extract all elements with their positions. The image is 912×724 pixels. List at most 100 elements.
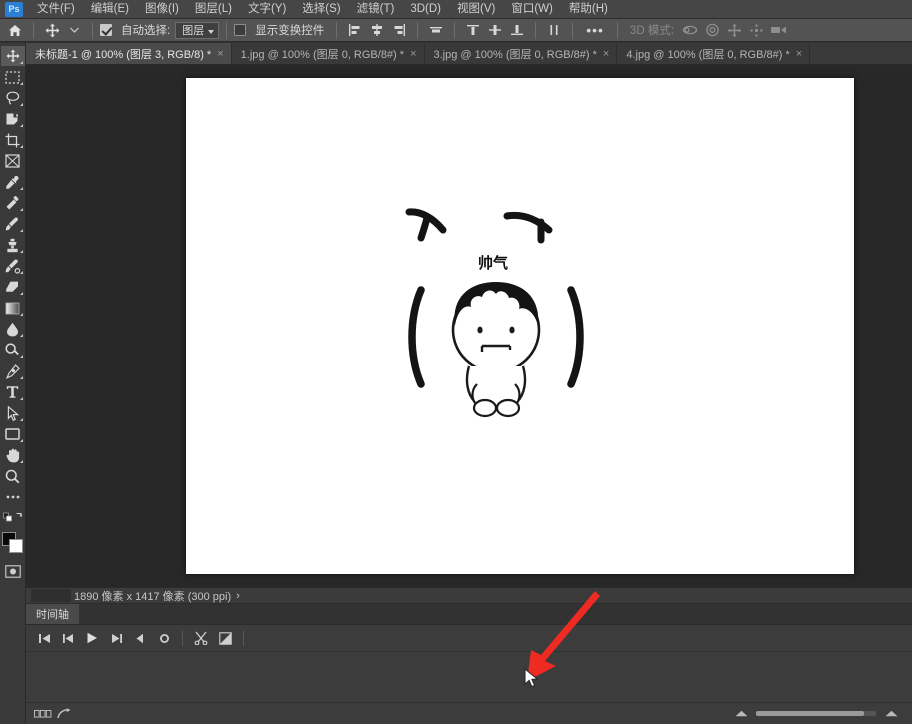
show-transform-controls-checkbox[interactable] (234, 24, 247, 36)
split-clip-button[interactable] (189, 627, 213, 649)
doc-tab-untitled-1[interactable]: 未标题-1 @ 100% (图层 3, RGB/8) * × (26, 43, 232, 64)
eraser-tool[interactable] (1, 277, 25, 297)
doc-tab-3-jpg[interactable]: 3.jpg @ 100% (图层 0, RGB/8#) * × (424, 43, 618, 64)
history-brush-tool[interactable] (1, 256, 25, 276)
divider (336, 21, 338, 39)
zoom-slider-thumb[interactable] (756, 711, 864, 716)
doc-tab-4-jpg[interactable]: 4.jpg @ 100% (图层 0, RGB/8#) * × (617, 43, 811, 64)
photoshop-logo-icon[interactable]: Ps (5, 1, 23, 17)
menu-image[interactable]: 图像(I) (137, 0, 187, 18)
distribute-left-edges-icon[interactable] (543, 21, 565, 40)
gradient-tool[interactable] (1, 298, 25, 318)
align-horizontal-centers-icon[interactable] (366, 21, 388, 40)
convert-to-frames-icon[interactable] (54, 706, 76, 722)
move-tool-icon[interactable] (41, 21, 63, 40)
edit-toolbar-button[interactable] (1, 487, 25, 507)
close-icon[interactable]: × (796, 48, 802, 59)
align-right-edges-icon[interactable] (388, 21, 410, 40)
menu-type[interactable]: 文字(Y) (240, 0, 294, 18)
slide-3d-icon[interactable] (745, 21, 767, 40)
doc-tab-title: 1.jpg @ 100% (图层 0, RGB/8#) * (240, 48, 405, 61)
record-button[interactable] (152, 627, 176, 649)
status-expand-arrow[interactable]: › (236, 590, 240, 602)
doc-tab-title: 4.jpg @ 100% (图层 0, RGB/8#) * (626, 48, 790, 61)
menu-filter[interactable]: 滤镜(T) (349, 0, 403, 18)
distribute-vertical-centers-icon[interactable] (484, 21, 506, 40)
timeline-tab-row: 时间轴 (26, 604, 912, 625)
audio-button[interactable] (128, 627, 152, 649)
background-color-swatch[interactable] (8, 539, 23, 553)
spot-healing-brush-tool[interactable] (1, 193, 25, 213)
zoom-level-field[interactable] (31, 589, 71, 602)
distribute-bottom-edges-icon[interactable] (506, 21, 528, 40)
color-swatches[interactable] (1, 531, 25, 555)
divider (454, 21, 456, 39)
rectangle-tool[interactable] (1, 424, 25, 444)
default-colors-icon[interactable] (1, 508, 25, 528)
close-icon[interactable]: × (217, 48, 223, 59)
go-to-first-frame-button[interactable] (32, 627, 56, 649)
document-tab-bar: 未标题-1 @ 100% (图层 3, RGB/8) * × 1.jpg @ 1… (26, 43, 912, 65)
transition-button[interactable] (213, 627, 237, 649)
photoshop-window: Ps 文件(F) 编辑(E) 图像(I) 图层(L) 文字(Y) 选择(S) 滤… (0, 0, 912, 724)
play-button[interactable] (80, 627, 104, 649)
roll-3d-icon[interactable] (701, 21, 723, 40)
canvas-workspace[interactable]: 帅气 (26, 65, 912, 587)
timeline-zoom-slider[interactable] (730, 706, 902, 722)
rotate-3d-icon[interactable] (679, 21, 701, 40)
divider (92, 21, 93, 39)
drag-3d-icon[interactable] (723, 21, 745, 40)
divider (535, 21, 537, 39)
clone-stamp-tool[interactable] (1, 235, 25, 255)
eyedropper-tool[interactable] (1, 172, 25, 192)
menu-select[interactable]: 选择(S) (294, 0, 348, 18)
menu-layer[interactable]: 图层(L) (187, 0, 240, 18)
menu-file[interactable]: 文件(F) (29, 0, 83, 18)
options-bar: 自动选择: 图层 显示变换控件 ••• 3D 模式: (0, 19, 912, 42)
status-bar: 1890 像素 x 1417 像素 (300 ppi) › (26, 587, 912, 604)
zoom-tool[interactable] (1, 466, 25, 486)
scroll-right-icon[interactable] (880, 706, 902, 722)
document-canvas[interactable]: 帅气 (186, 78, 854, 574)
crop-tool[interactable] (1, 130, 25, 150)
rectangular-marquee-tool[interactable] (1, 67, 25, 87)
home-icon[interactable] (4, 21, 26, 40)
path-selection-tool[interactable] (1, 403, 25, 423)
brush-tool[interactable] (1, 214, 25, 234)
previous-frame-button[interactable] (56, 627, 80, 649)
auto-select-checkbox[interactable] (100, 24, 112, 36)
menu-window[interactable]: 窗口(W) (503, 0, 561, 18)
menu-3d[interactable]: 3D(D) (402, 0, 449, 18)
tab-timeline[interactable]: 时间轴 (26, 604, 79, 624)
quick-selection-tool[interactable] (1, 109, 25, 129)
pen-tool[interactable] (1, 361, 25, 381)
auto-select-scope-dropdown[interactable]: 图层 (175, 21, 220, 39)
move-tool[interactable] (0, 46, 25, 66)
blur-tool[interactable] (1, 319, 25, 339)
document-size-status: 1890 像素 x 1417 像素 (300 ppi) (74, 590, 232, 603)
scale-3d-icon[interactable] (767, 21, 789, 40)
align-top-edges-icon[interactable] (425, 21, 447, 40)
hand-tool[interactable] (1, 445, 25, 465)
divider (182, 630, 183, 646)
close-icon[interactable]: × (603, 48, 609, 59)
align-left-edges-icon[interactable] (344, 21, 366, 40)
zoom-slider-track[interactable] (756, 711, 876, 716)
scroll-left-icon[interactable] (730, 706, 752, 722)
menu-help[interactable]: 帮助(H) (561, 0, 616, 18)
lasso-tool[interactable] (1, 88, 25, 108)
close-icon[interactable]: × (410, 48, 416, 59)
frames-icon[interactable] (32, 706, 54, 722)
tool-preset-chevron-icon[interactable] (63, 21, 85, 40)
next-frame-button[interactable] (104, 627, 128, 649)
more-options-button[interactable]: ••• (580, 23, 610, 37)
dodge-tool[interactable] (1, 340, 25, 360)
menu-view[interactable]: 视图(V) (449, 0, 503, 18)
doc-tab-1-jpg[interactable]: 1.jpg @ 100% (图层 0, RGB/8#) * × (231, 43, 425, 64)
divider (417, 21, 419, 39)
quick-mask-icon[interactable] (1, 561, 25, 581)
menu-edit[interactable]: 编辑(E) (83, 0, 137, 18)
distribute-top-edges-icon[interactable] (462, 21, 484, 40)
frame-tool[interactable] (1, 151, 25, 171)
type-tool[interactable] (1, 382, 25, 402)
